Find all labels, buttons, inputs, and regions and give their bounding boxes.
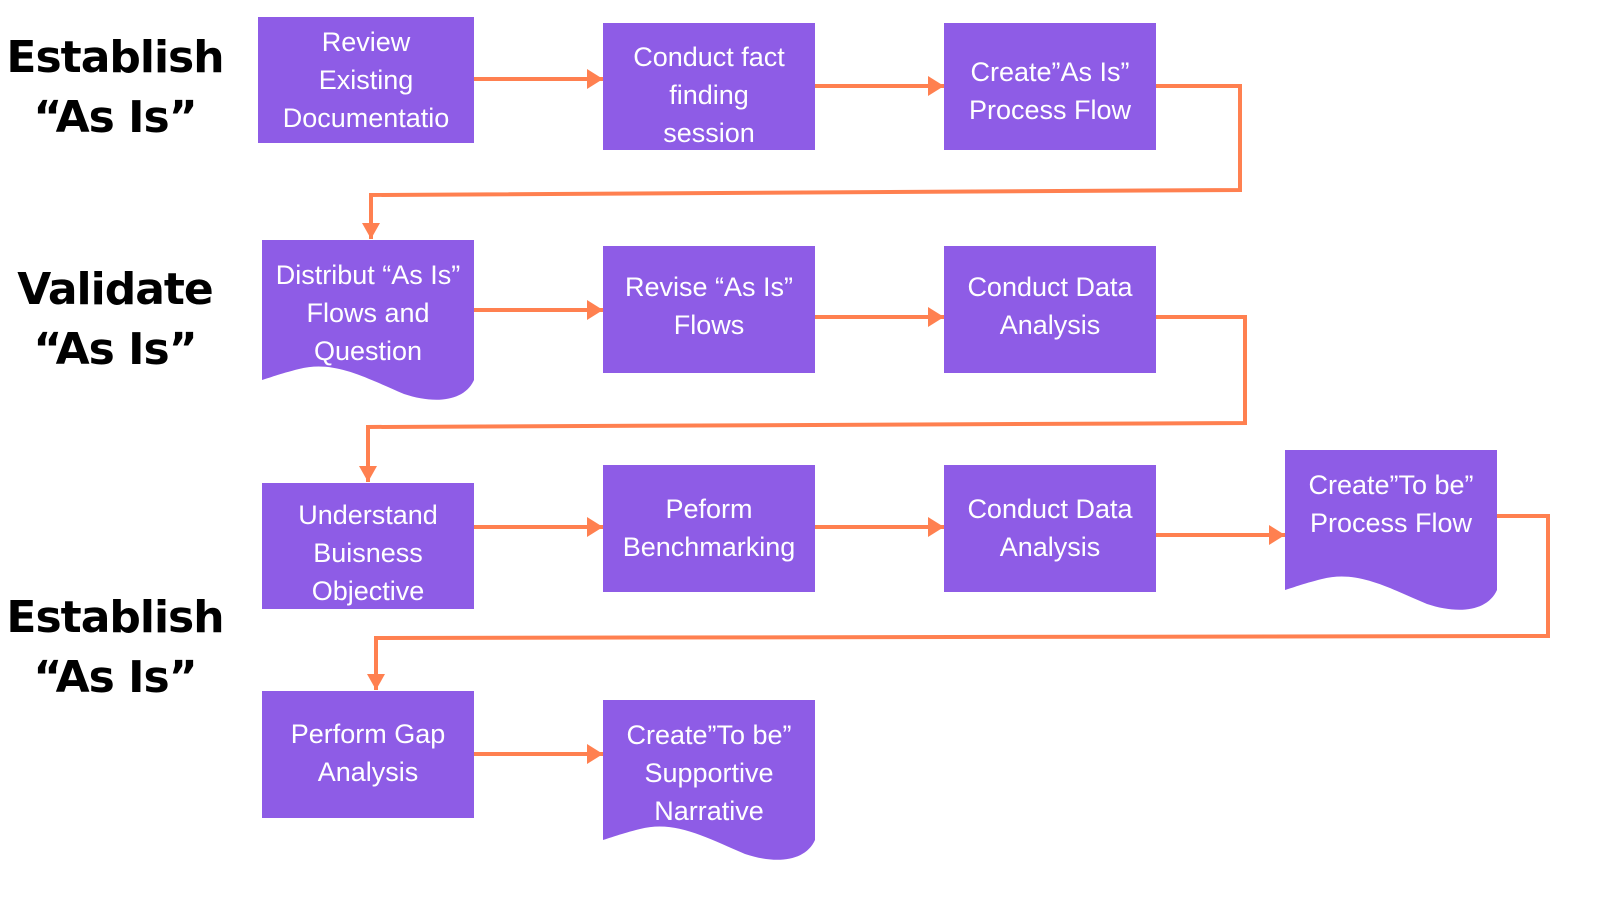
arrowhead-icon [1269, 525, 1285, 545]
step-label-line: finding [669, 80, 749, 110]
arrowhead-icon [359, 466, 377, 482]
arrowhead-icon [928, 307, 944, 327]
step-label-line: session [663, 118, 755, 148]
step-label-line: Buisness [313, 538, 423, 568]
phase-label-line: “As Is” [33, 92, 197, 143]
step-label-line: Flows [673, 310, 745, 340]
step-label-line: Analysis [999, 310, 1101, 340]
arrowhead-icon [362, 223, 380, 239]
step-label-line: Distribut “As Is” [275, 260, 461, 290]
step-label-line: Perform Gap [290, 719, 446, 749]
flow-step-process[interactable]: Create”As Is” Process Flow [944, 23, 1156, 150]
step-label-line: Process Flow [968, 95, 1132, 125]
phase-label-line: Establish [6, 32, 224, 83]
step-label-line: Analysis [999, 532, 1101, 562]
step-label-line: Peform [665, 494, 753, 524]
phase-label: Establish “As Is” [0, 28, 230, 148]
arrowhead-icon [587, 300, 603, 320]
step-label-line: Create”As Is” [970, 57, 1130, 87]
step-label-line: Documentatio [282, 103, 450, 133]
phase-label-line: “As Is” [33, 652, 197, 703]
flow-step-process[interactable]: Revise “As Is” Flows [603, 246, 815, 373]
phase-label: Validate “As Is” [0, 260, 230, 380]
flow-step-process[interactable]: Perform Gap Analysis [262, 691, 474, 818]
flow-step-process[interactable]: Understand Buisness Objective [262, 483, 474, 609]
flow-step-process[interactable]: Conduct Data Analysis [944, 246, 1156, 373]
phase-label-line: “As Is” [33, 324, 197, 375]
phase-label-line: Validate [17, 264, 214, 315]
step-label-line: Question [313, 336, 423, 366]
flow-step-process[interactable]: Peform Benchmarking [603, 465, 815, 592]
flow-step-process[interactable]: Review Existing Documentatio [258, 17, 474, 143]
flow-step-process[interactable]: Conduct fact finding session [603, 23, 815, 150]
arrowhead-icon [587, 744, 603, 764]
arrowhead-icon [587, 517, 603, 537]
step-label-line: Flows and [306, 298, 430, 328]
step-label-line: Create”To be” [1308, 470, 1474, 500]
flow-step-process[interactable]: Conduct Data Analysis [944, 465, 1156, 592]
step-label-line: Revise “As Is” [624, 272, 794, 302]
step-label-line: Review [321, 27, 411, 57]
step-label-line: Analysis [317, 757, 419, 787]
step-label-line: Understand [298, 500, 438, 530]
arrowhead-icon [367, 674, 385, 690]
step-label-line: Conduct Data [967, 272, 1133, 302]
step-label-line: Objective [311, 576, 425, 606]
phase-label: Establish “As Is” [0, 588, 230, 708]
arrowhead-icon [928, 76, 944, 96]
step-label-line: Create”To be” [626, 720, 792, 750]
step-label-line: Existing [318, 65, 414, 95]
step-label-line: Benchmarking [622, 532, 796, 562]
step-label-line: Conduct fact [633, 42, 785, 72]
arrowhead-icon [928, 517, 944, 537]
step-label-line: Conduct Data [967, 494, 1133, 524]
arrowhead-icon [587, 69, 603, 89]
step-label-line: Supportive [644, 758, 774, 788]
phase-label-line: Establish [6, 592, 224, 643]
step-label-line: Narrative [654, 796, 764, 826]
step-label-line: Process Flow [1309, 508, 1473, 538]
